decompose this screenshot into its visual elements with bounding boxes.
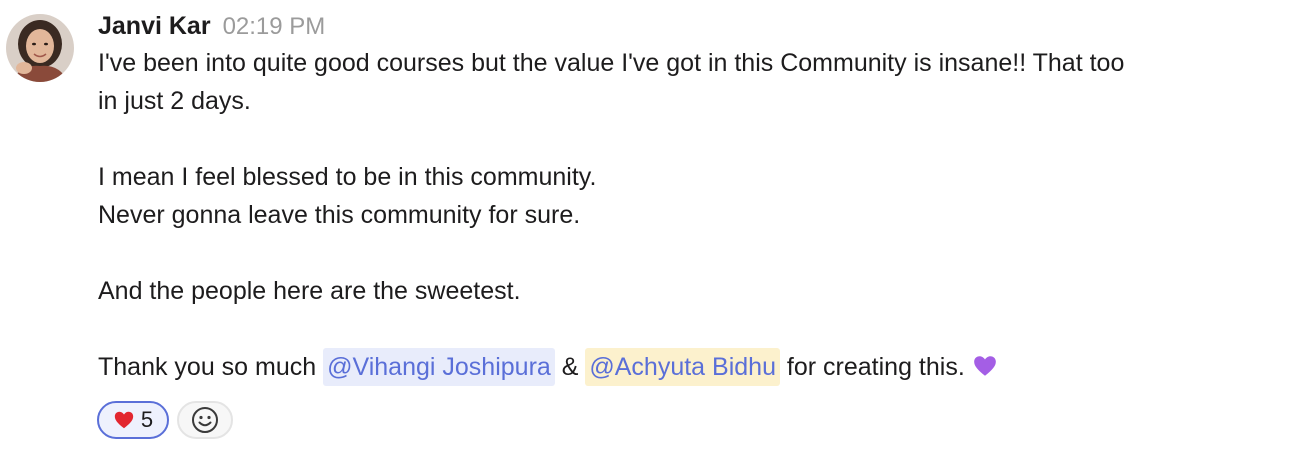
red-heart-icon [114, 411, 134, 429]
mention-achyuta[interactable]: @Achyuta Bidhu [585, 348, 780, 386]
mention-vihangi[interactable]: @Vihangi Joshipura [323, 348, 555, 386]
avatar-image [6, 14, 74, 82]
chat-message: Janvi Kar 02:19 PM I've been into quite … [0, 0, 1302, 449]
message-line: Never gonna leave this community for sur… [98, 201, 581, 229]
reaction-heart-button[interactable]: 5 [97, 401, 169, 439]
reaction-count: 5 [140, 407, 154, 432]
message-line: And the people here are the sweetest. [98, 277, 521, 305]
purple-heart-icon [973, 356, 996, 376]
creating-text: for creating this. [779, 353, 972, 381]
message-line-thanks: Thank you so much @Vihangi Joshipura & @… [98, 348, 1288, 386]
add-reaction-icon [192, 407, 218, 433]
message-text: I've been into quite good courses but th… [98, 44, 1288, 386]
message-line: I've been into quite good courses but th… [98, 49, 1125, 77]
message-line: in just 2 days. [98, 87, 251, 115]
reactions-bar: 5 [97, 401, 233, 439]
and-text: & [554, 353, 586, 381]
author-name[interactable]: Janvi Kar [98, 8, 211, 44]
thanks-text: Thank you so much [98, 353, 324, 381]
message-body: Janvi Kar 02:19 PM I've been into quite … [98, 8, 1288, 386]
avatar[interactable] [6, 14, 74, 82]
message-header: Janvi Kar 02:19 PM [98, 8, 1288, 44]
message-line: I mean I feel blessed to be in this comm… [98, 163, 597, 191]
message-timestamp[interactable]: 02:19 PM [223, 9, 326, 45]
add-reaction-button[interactable] [177, 401, 233, 439]
